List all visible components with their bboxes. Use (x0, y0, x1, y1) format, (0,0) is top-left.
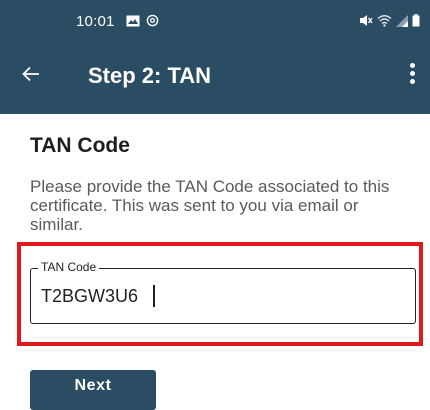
mute-icon (360, 15, 373, 26)
back-button[interactable] (22, 65, 40, 88)
status-time: 10:01 (76, 13, 115, 30)
next-button[interactable]: Next (30, 370, 156, 410)
tan-code-label: TAN Code (38, 260, 100, 274)
tan-code-field[interactable]: TAN Code (30, 260, 416, 324)
text-cursor (153, 285, 155, 307)
section-title: TAN Code (30, 134, 130, 157)
tan-code-input[interactable] (31, 284, 411, 308)
back-arrow-icon (22, 66, 39, 82)
status-bar: 10:01 (0, 0, 430, 43)
wifi-icon (377, 15, 392, 27)
battery-icon (412, 14, 420, 27)
app-toolbar: Step 2: TAN (0, 43, 430, 114)
more-vert-icon[interactable] (410, 63, 416, 85)
at-icon (146, 14, 159, 27)
description-text: Please provide the TAN Code associated t… (30, 177, 390, 234)
signal-icon (396, 14, 408, 27)
image-icon (126, 15, 140, 26)
page-title: Step 2: TAN (88, 63, 212, 88)
